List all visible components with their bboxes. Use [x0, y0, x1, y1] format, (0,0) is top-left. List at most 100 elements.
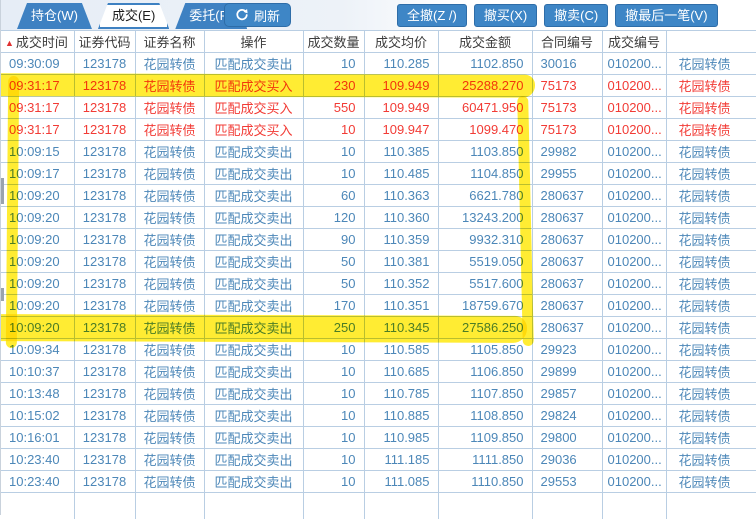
cell-security-name-2: 花园转债 [666, 317, 756, 339]
header-amount[interactable]: 成交金额 [438, 31, 532, 53]
cell-security-name-2: 花园转债 [666, 53, 756, 75]
cancel-all-button[interactable]: 全撤(Z /) [397, 4, 467, 27]
cell-quantity: 120 [303, 207, 364, 229]
cell-amount: 1104.850 [438, 163, 532, 185]
cell-avg-price: 110.351 [364, 295, 438, 317]
table-row[interactable]: 10:13:48 123178 花园转债 匹配成交卖出 10 110.785 1… [1, 383, 756, 405]
cell-quantity: 10 [303, 361, 364, 383]
table-row[interactable]: 10:23:40 123178 花园转债 匹配成交卖出 10 111.185 1… [1, 449, 756, 471]
cell-amount: 25288.270 [438, 75, 532, 97]
tab-trades-label: 成交(E) [112, 8, 155, 23]
cell-trade-time: 10:09:20 [1, 273, 74, 295]
cell-security-name-2: 花园转债 [666, 339, 756, 361]
cell-quantity: 10 [303, 405, 364, 427]
cell-avg-price: 111.085 [364, 471, 438, 493]
table-row[interactable]: 10:09:20 123178 花园转债 匹配成交卖出 50 110.352 5… [1, 273, 756, 295]
header-trade-time-label: 成交时间 [16, 35, 68, 50]
cell-security-name-2: 花园转债 [666, 405, 756, 427]
cell-contract-no: 29899 [532, 361, 602, 383]
cell-amount: 18759.670 [438, 295, 532, 317]
cell-security-name: 花园转债 [135, 295, 204, 317]
table-row[interactable]: 10:09:15 123178 花园转债 匹配成交卖出 10 110.385 1… [1, 141, 756, 163]
cell-operation: 匹配成交卖出 [204, 317, 303, 339]
cell-security-code: 123178 [74, 75, 135, 97]
cell-amount: 1107.850 [438, 383, 532, 405]
header-operation[interactable]: 操作 [204, 31, 303, 53]
tab-trades[interactable]: 成交(E) [98, 3, 169, 29]
tab-positions[interactable]: 持仓(W) [17, 3, 92, 29]
table-row[interactable]: 10:09:20 123178 花园转债 匹配成交卖出 250 110.345 … [1, 317, 756, 339]
cell-security-code: 123178 [74, 405, 135, 427]
cell-operation: 匹配成交卖出 [204, 361, 303, 383]
cell-amount: 1108.850 [438, 405, 532, 427]
cell-contract-no: 29857 [532, 383, 602, 405]
splitter-notch[interactable] [1, 288, 4, 301]
header-avg-price[interactable]: 成交均价 [364, 31, 438, 53]
cell-security-name: 花园转债 [135, 75, 204, 97]
table-row[interactable]: 10:09:20 123178 花园转债 匹配成交卖出 170 110.351 … [1, 295, 756, 317]
cell-security-name: 花园转债 [135, 207, 204, 229]
cell-contract-no: 29955 [532, 163, 602, 185]
cell-operation: 匹配成交卖出 [204, 471, 303, 493]
cell-trade-time: 10:16:01 [1, 427, 74, 449]
cell-trade-time: 10:09:20 [1, 295, 74, 317]
cell-security-name: 花园转债 [135, 471, 204, 493]
header-quantity[interactable]: 成交数量 [303, 31, 364, 53]
table-row[interactable]: 09:31:17 123178 花园转债 匹配成交买入 550 109.949 … [1, 97, 756, 119]
cell-operation: 匹配成交卖出 [204, 383, 303, 405]
cell-security-code: 123178 [74, 383, 135, 405]
header-security-code[interactable]: 证券代码 [74, 31, 135, 53]
table-row[interactable]: 09:30:09 123178 花园转债 匹配成交卖出 10 110.285 1… [1, 53, 756, 75]
cell-quantity: 10 [303, 141, 364, 163]
cell-trade-no: 010200... [602, 295, 666, 317]
cell-operation: 匹配成交卖出 [204, 273, 303, 295]
cell-trade-no: 010200... [602, 383, 666, 405]
table-row[interactable]: 10:09:20 123178 花园转债 匹配成交卖出 90 110.359 9… [1, 229, 756, 251]
cell-amount: 5519.050 [438, 251, 532, 273]
cell-avg-price: 109.949 [364, 97, 438, 119]
table-row[interactable]: 10:09:17 123178 花园转债 匹配成交卖出 10 110.485 1… [1, 163, 756, 185]
cell-quantity: 10 [303, 119, 364, 141]
splitter-notch[interactable] [1, 178, 4, 204]
refresh-button[interactable]: 刷新 [224, 3, 291, 27]
table-row[interactable]: 10:10:37 123178 花园转债 匹配成交卖出 10 110.685 1… [1, 361, 756, 383]
cell-contract-no: 75173 [532, 119, 602, 141]
header-trade-no[interactable]: 成交编号 [602, 31, 666, 53]
header-contract-no[interactable]: 合同编号 [532, 31, 602, 53]
header-extra [666, 31, 756, 53]
cancel-sells-button[interactable]: 撤卖(C) [544, 4, 608, 27]
cell-operation: 匹配成交卖出 [204, 251, 303, 273]
cancel-last-button[interactable]: 撤最后一笔(V) [615, 4, 717, 27]
cell-operation: 匹配成交买入 [204, 97, 303, 119]
tab-positions-label: 持仓(W) [31, 8, 78, 23]
cell-trade-no: 010200... [602, 229, 666, 251]
table-row[interactable]: 09:31:17 123178 花园转债 匹配成交买入 10 109.947 1… [1, 119, 756, 141]
cell-avg-price: 110.345 [364, 317, 438, 339]
cell-trade-no: 010200... [602, 251, 666, 273]
header-security-name[interactable]: 证券名称 [135, 31, 204, 53]
cell-security-name-2: 花园转债 [666, 163, 756, 185]
cell-operation: 匹配成交买入 [204, 119, 303, 141]
cell-trade-time: 10:13:48 [1, 383, 74, 405]
table-row[interactable]: 10:16:01 123178 花园转债 匹配成交卖出 10 110.985 1… [1, 427, 756, 449]
table-row[interactable]: 10:23:40 123178 花园转债 匹配成交卖出 10 111.085 1… [1, 471, 756, 493]
cell-trade-no: 010200... [602, 53, 666, 75]
cell-security-name: 花园转债 [135, 119, 204, 141]
cell-amount: 5517.600 [438, 273, 532, 295]
cell-trade-no: 010200... [602, 361, 666, 383]
cell-contract-no: 75173 [532, 97, 602, 119]
header-trade-time[interactable]: ▲成交时间 [1, 31, 74, 53]
cell-trade-no: 010200... [602, 97, 666, 119]
cell-trade-time: 10:09:17 [1, 163, 74, 185]
table-row[interactable]: 10:15:02 123178 花园转债 匹配成交卖出 10 110.885 1… [1, 405, 756, 427]
table-row[interactable]: 10:09:20 123178 花园转债 匹配成交卖出 50 110.381 5… [1, 251, 756, 273]
table-row[interactable]: 10:09:20 123178 花园转债 匹配成交卖出 60 110.363 6… [1, 185, 756, 207]
table-row[interactable]: 09:31:17 123178 花园转债 匹配成交买入 230 109.949 … [1, 75, 756, 97]
cell-security-code: 123178 [74, 449, 135, 471]
cell-trade-no: 010200... [602, 163, 666, 185]
table-row[interactable]: 10:09:20 123178 花园转债 匹配成交卖出 120 110.360 … [1, 207, 756, 229]
cancel-buys-button[interactable]: 撤买(X) [474, 4, 537, 27]
cell-avg-price: 110.785 [364, 383, 438, 405]
cell-contract-no: 29824 [532, 405, 602, 427]
table-row[interactable]: 10:09:34 123178 花园转债 匹配成交卖出 10 110.585 1… [1, 339, 756, 361]
